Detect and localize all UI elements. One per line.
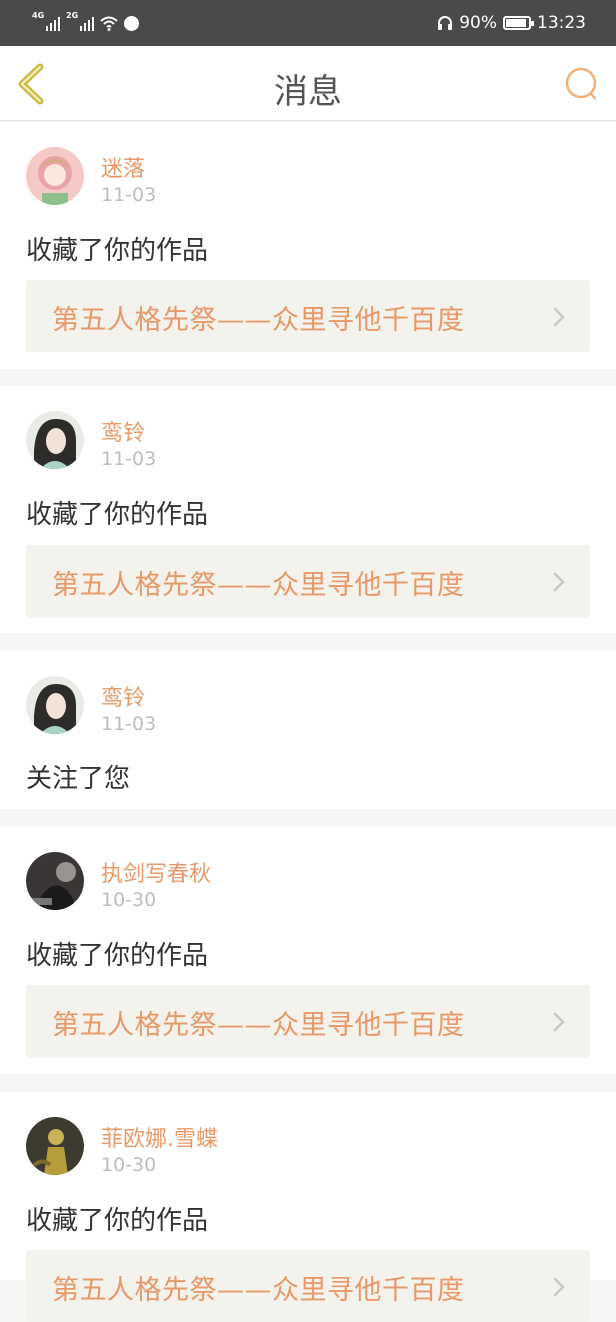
avatar-image <box>26 852 84 910</box>
user-name[interactable]: 鸾铃 <box>101 680 145 712</box>
battery-icon <box>503 16 534 30</box>
message-action: 收藏了你的作品 <box>26 236 209 266</box>
battery-percent: 90% <box>459 13 497 33</box>
cellular-signal-icon-2: 2G <box>66 11 94 31</box>
message-action: 收藏了你的作品 <box>26 1206 209 1236</box>
message-card: 鸾铃 11-03 收藏了你的作品 第五人格先祭——众里寻他千百度 <box>0 386 616 633</box>
work-title: 第五人格先祭——众里寻他千百度 <box>52 570 465 601</box>
message-card: 迷落 11-03 收藏了你的作品 第五人格先祭——众里寻他千百度 <box>0 122 616 369</box>
work-link[interactable]: 第五人格先祭——众里寻他千百度 <box>26 985 590 1057</box>
message-action: 收藏了你的作品 <box>26 500 209 530</box>
work-link[interactable]: 第五人格先祭——众里寻他千百度 <box>26 1250 590 1322</box>
avatar[interactable] <box>26 411 84 469</box>
clock: 13:23 <box>537 13 586 33</box>
user-name[interactable]: 菲欧娜.雪蝶 <box>101 1121 218 1153</box>
chevron-right-icon <box>553 1277 565 1297</box>
avatar-image <box>26 676 84 734</box>
message-date: 11-03 <box>101 184 157 206</box>
user-name[interactable]: 鸾铃 <box>101 415 145 447</box>
avatar-image <box>26 147 84 205</box>
network-type-1: 4G <box>32 11 45 20</box>
message-action: 收藏了你的作品 <box>26 941 209 971</box>
battery-fill <box>506 19 526 27</box>
work-link[interactable]: 第五人格先祭——众里寻他千百度 <box>26 545 590 617</box>
chevron-right-icon <box>553 1012 565 1032</box>
chevron-right-icon <box>553 307 565 327</box>
message-card: 鸾铃 11-03 关注了您 <box>0 651 616 809</box>
message-date: 10-30 <box>101 889 157 911</box>
avatar[interactable] <box>26 676 84 734</box>
wifi-icon <box>100 16 118 31</box>
nav-bar: 消息 <box>0 46 616 121</box>
work-title: 第五人格先祭——众里寻他千百度 <box>52 1010 465 1041</box>
status-bar: 4G 2G 90% 13:23 <box>0 0 616 46</box>
work-title: 第五人格先祭——众里寻他千百度 <box>52 1275 465 1306</box>
work-title: 第五人格先祭——众里寻他千百度 <box>52 305 465 336</box>
message-date: 11-03 <box>101 713 157 735</box>
headphones-icon <box>438 16 453 30</box>
avatar[interactable] <box>26 147 84 205</box>
chevron-right-icon <box>553 572 565 592</box>
work-link[interactable]: 第五人格先祭——众里寻他千百度 <box>26 280 590 352</box>
search-icon[interactable] <box>564 66 600 102</box>
avatar[interactable] <box>26 1117 84 1175</box>
message-card: 执剑写春秋 10-30 收藏了你的作品 第五人格先祭——众里寻他千百度 <box>0 827 616 1074</box>
network-type-2: 2G <box>66 11 79 20</box>
message-date: 11-03 <box>101 448 157 470</box>
status-left: 4G 2G <box>32 11 139 31</box>
avatar-image <box>26 411 84 469</box>
avatar-image <box>26 1117 84 1175</box>
cellular-signal-icon: 4G <box>32 11 60 31</box>
avatar[interactable] <box>26 852 84 910</box>
user-name[interactable]: 执剑写春秋 <box>101 856 211 888</box>
status-right: 90% 13:23 <box>437 13 586 33</box>
message-action: 关注了您 <box>26 764 131 794</box>
user-name[interactable]: 迷落 <box>101 151 145 183</box>
message-date: 10-30 <box>101 1154 157 1176</box>
globe-icon <box>124 15 139 31</box>
message-card: 菲欧娜.雪蝶 10-30 收藏了你的作品 第五人格先祭——众里寻他千百度 <box>0 1092 616 1322</box>
page-title: 消息 <box>274 72 342 112</box>
